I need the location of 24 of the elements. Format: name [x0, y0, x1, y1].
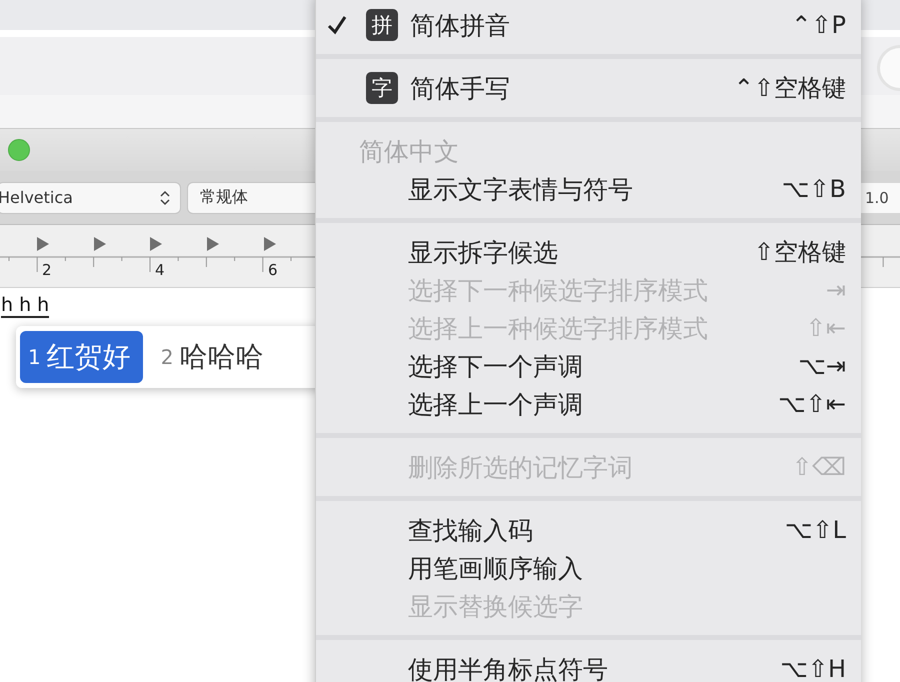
menu-item[interactable]: 显示拆字候选 ⇧空格键: [316, 233, 861, 271]
marked-text: h h h: [1, 294, 50, 318]
candidate[interactable]: 1 红贺好: [20, 331, 143, 383]
ruler-number: 6: [268, 261, 278, 279]
menu-item[interactable]: 查找输入码 ⌥⇧L: [316, 511, 861, 549]
input-source-icon: 拼: [366, 9, 398, 41]
menu-item-label: 简体拼音: [410, 10, 510, 42]
candidate[interactable]: 2 哈哈哈: [152, 331, 276, 383]
menu-item[interactable]: 字 简体手写 ⌃⇧空格键: [316, 69, 861, 107]
menu-item[interactable]: 选择上一个声调 ⌥⇧⇤: [316, 385, 861, 423]
ruler-number: 2: [42, 261, 52, 279]
shortcut: ⌃⇧P: [791, 11, 846, 39]
menu-item[interactable]: 用笔画顺序输入: [316, 549, 861, 587]
menu-item[interactable]: 拼 简体拼音 ⌃⇧P: [316, 6, 861, 44]
chevron-updown-icon: [160, 190, 170, 206]
menu-header: 简体中文: [359, 136, 459, 168]
line-spacing-field[interactable]: 1.0: [860, 182, 900, 212]
zoom-button[interactable]: [8, 139, 30, 161]
menu-item[interactable]: 选择下一个声调 ⌥⇥: [316, 347, 861, 385]
input-source-icon: 字: [366, 72, 398, 104]
menu-item-label: 简体手写: [410, 72, 510, 104]
shortcut: ⌃⇧空格键: [734, 73, 846, 104]
ruler-number: 4: [155, 261, 165, 279]
menu-item[interactable]: 使用半角标点符号 ⌥⇧H: [316, 650, 861, 682]
